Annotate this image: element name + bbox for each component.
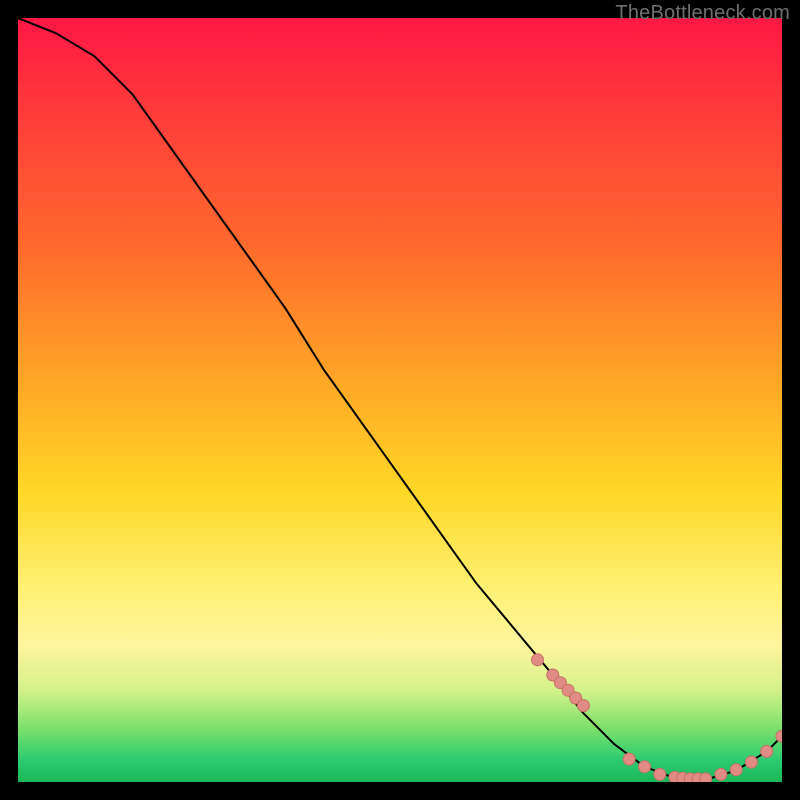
marker-dot — [730, 764, 742, 776]
curve-svg — [18, 18, 782, 782]
marker-dot — [532, 654, 544, 666]
plot-area — [18, 18, 782, 782]
marker-dot — [745, 756, 757, 768]
marker-dot — [700, 773, 712, 782]
bottleneck-curve — [18, 18, 782, 780]
watermark-text: TheBottleneck.com — [615, 2, 790, 25]
marker-dot — [639, 761, 651, 773]
chart-canvas: TheBottleneck.com — [0, 0, 800, 800]
marker-dot — [715, 768, 727, 780]
marker-dot — [761, 745, 773, 757]
marker-dot — [654, 768, 666, 780]
marker-dot — [623, 753, 635, 765]
marker-dot — [577, 700, 589, 712]
curve-markers — [532, 654, 783, 782]
